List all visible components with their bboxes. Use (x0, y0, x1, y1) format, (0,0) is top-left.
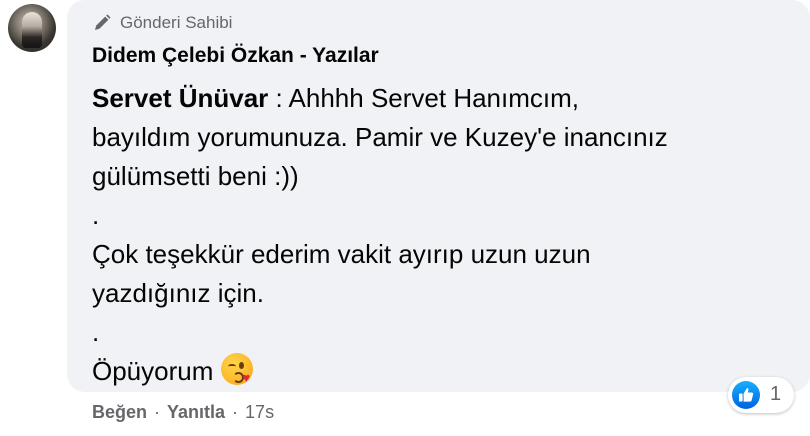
avatar[interactable] (8, 4, 56, 52)
comment-text: Servet Ünüvar : Ahhhh Servet Hanımcım, b… (92, 79, 792, 391)
separator: · (232, 401, 239, 422)
reply-button[interactable]: Yanıtla (167, 402, 225, 423)
kiss-emoji-icon: ♥ (221, 353, 254, 385)
comment-line: yazdığınız için. (92, 278, 264, 308)
mention-link[interactable]: Servet Ünüvar (92, 83, 268, 113)
comment-line: Öpüyorum ♥ (92, 352, 792, 391)
comment-line: Servet Ünüvar : Ahhhh Servet Hanımcım, (92, 79, 792, 118)
comment-line: bayıldım yorumunuza. Pamir ve Kuzey'e in… (92, 122, 668, 152)
comment-line: . (92, 317, 100, 347)
author-badge-label: Gönderi Sahibi (120, 13, 233, 32)
like-button[interactable]: Beğen (92, 402, 147, 423)
avatar-figure (22, 12, 42, 48)
comment-line: gülümsetti beni :)) (92, 161, 299, 191)
comment-actions: Beğen · Yanıtla · 17s (92, 400, 274, 424)
separator: · (154, 401, 161, 422)
author-badge: Gönderi Sahibi (92, 12, 232, 34)
comment-line: Çok teşekkür ederim vakit ayırıp uzun uz… (92, 239, 591, 269)
reaction-summary[interactable]: 1 (728, 377, 794, 413)
reaction-count: 1 (770, 383, 782, 405)
comment-author[interactable]: Didem Çelebi Özkan - Yazılar (92, 44, 379, 68)
comment-line-text: : Ahhhh Servet Hanımcım, (268, 83, 580, 113)
pen-icon (95, 14, 111, 30)
comment-line: . (92, 200, 100, 230)
timestamp[interactable]: 17s (245, 402, 274, 423)
comment-line-text: Öpüyorum (92, 356, 214, 386)
like-icon (732, 381, 760, 409)
